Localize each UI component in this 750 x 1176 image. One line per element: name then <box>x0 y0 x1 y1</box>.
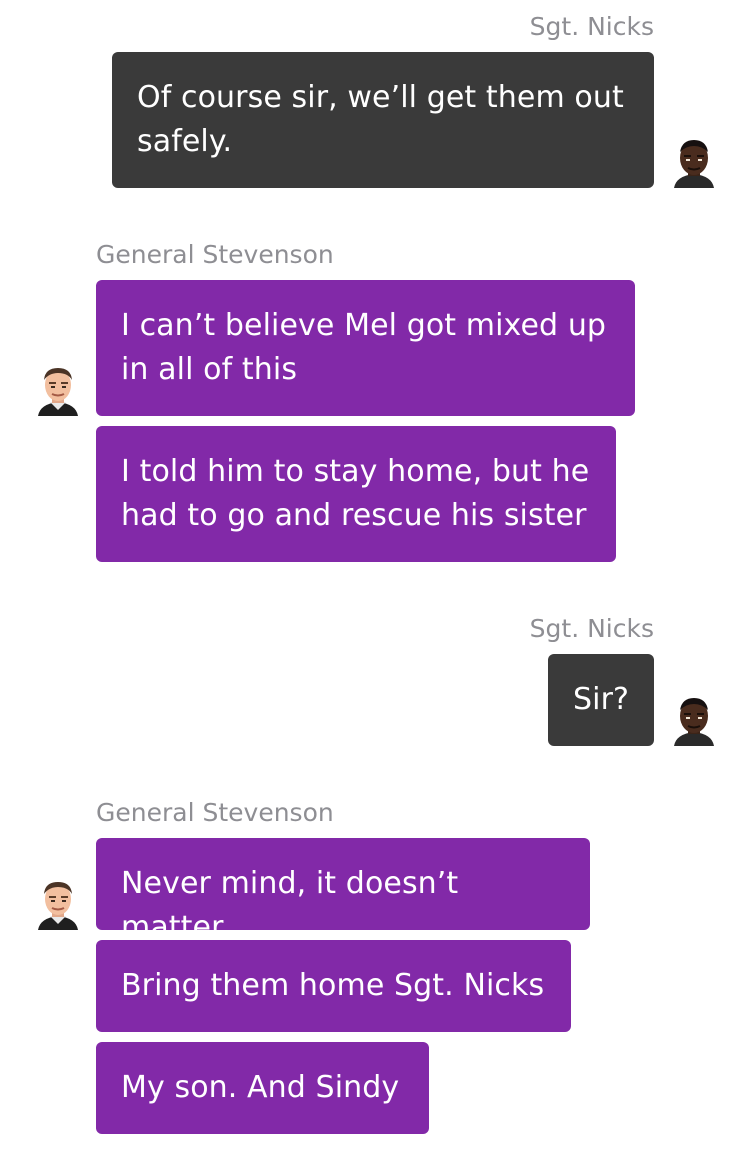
message-bubble[interactable]: I told him to stay home, but he had to g… <box>96 426 616 562</box>
message-bubble[interactable]: Of course sir, we’ll get them out safely… <box>112 52 654 188</box>
sender-name: General Stevenson <box>96 240 334 269</box>
message-bubble[interactable]: Sir? <box>548 654 654 746</box>
message-bubble[interactable]: I can’t believe Mel got mixed up in all … <box>96 280 635 416</box>
sender-name: Sgt. Nicks <box>529 12 654 41</box>
general-stevenson-avatar-icon <box>36 880 80 930</box>
sender-name: Sgt. Nicks <box>529 614 654 643</box>
message-bubble[interactable]: Bring them home Sgt. Nicks <box>96 940 571 1032</box>
general-stevenson-avatar-icon <box>36 366 80 416</box>
message-bubble[interactable]: My son. And Sindy <box>96 1042 429 1134</box>
sgt-nicks-avatar-icon <box>672 696 716 746</box>
message-bubble[interactable]: Never mind, it doesn’t matter <box>96 838 590 945</box>
sgt-nicks-avatar-icon <box>672 138 716 188</box>
sender-name: General Stevenson <box>96 798 334 827</box>
